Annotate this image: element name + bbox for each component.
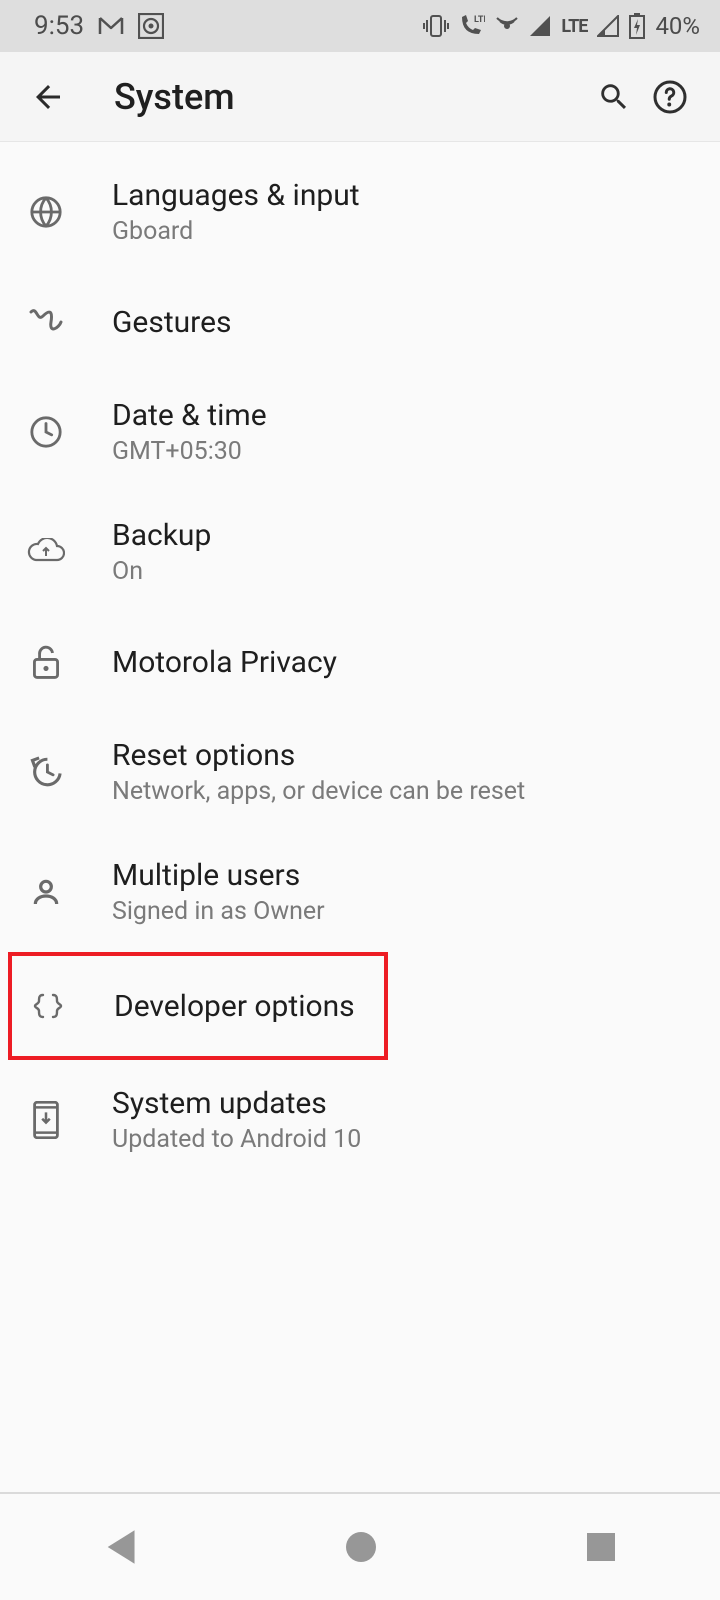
item-backup[interactable]: Backup On xyxy=(0,492,720,612)
item-developer[interactable]: Developer options xyxy=(12,956,384,1056)
hotspot-icon xyxy=(495,14,519,38)
signal-2-icon xyxy=(597,15,619,37)
battery-charging-icon xyxy=(629,13,645,39)
item-reset[interactable]: Reset options Network, apps, or device c… xyxy=(0,712,720,832)
status-right: LTE LTE 40% xyxy=(423,12,700,40)
settings-list: Languages & input Gboard Gestures Date &… xyxy=(0,142,720,1180)
item-languages[interactable]: Languages & input Gboard xyxy=(0,152,720,272)
navigation-bar xyxy=(0,1492,720,1600)
item-title: Reset options xyxy=(112,738,525,773)
battery-percent: 40% xyxy=(655,12,700,40)
person-icon xyxy=(24,876,68,908)
item-subtitle: Updated to Android 10 xyxy=(112,1125,361,1154)
wifi-calling-icon: LTE xyxy=(459,14,485,38)
nav-recent[interactable] xyxy=(585,1531,617,1563)
svg-text:LTE: LTE xyxy=(474,15,485,25)
item-users[interactable]: Multiple users Signed in as Owner xyxy=(0,832,720,952)
item-subtitle: Network, apps, or device can be reset xyxy=(112,777,525,806)
lte-label: LTE xyxy=(561,16,587,37)
nav-home[interactable] xyxy=(343,1529,379,1565)
item-subtitle: GMT+05:30 xyxy=(112,437,267,466)
item-updates[interactable]: System updates Updated to Android 10 xyxy=(0,1060,720,1180)
nav-back[interactable] xyxy=(103,1528,137,1566)
item-title: Developer options xyxy=(114,989,355,1024)
page-title: System xyxy=(114,76,586,118)
item-subtitle: On xyxy=(112,557,211,586)
search-button[interactable] xyxy=(586,69,642,125)
status-bar: 9:53 LTE LTE 40% xyxy=(0,0,720,52)
item-title: Multiple users xyxy=(112,858,325,893)
item-title: Languages & input xyxy=(112,178,360,213)
item-title: Motorola Privacy xyxy=(112,645,337,680)
item-privacy[interactable]: Motorola Privacy xyxy=(0,612,720,712)
braces-icon xyxy=(26,992,70,1020)
system-update-icon xyxy=(24,1101,68,1139)
item-gestures[interactable]: Gestures xyxy=(0,272,720,372)
signal-1-icon xyxy=(529,15,551,37)
status-left: 9:53 xyxy=(34,11,164,41)
item-title: Date & time xyxy=(112,398,267,433)
globe-icon xyxy=(24,195,68,229)
item-datetime[interactable]: Date & time GMT+05:30 xyxy=(0,372,720,492)
restore-icon xyxy=(24,755,68,789)
vibrate-icon xyxy=(423,14,449,38)
item-subtitle: Signed in as Owner xyxy=(112,897,325,926)
clock: 9:53 xyxy=(34,11,84,41)
item-title: Backup xyxy=(112,518,211,553)
item-subtitle: Gboard xyxy=(112,217,360,246)
item-title: System updates xyxy=(112,1086,361,1121)
lock-open-icon xyxy=(24,644,68,680)
item-title: Gestures xyxy=(112,305,231,340)
app-icon xyxy=(138,13,164,39)
highlight-box: Developer options xyxy=(8,952,388,1060)
gmail-icon xyxy=(98,16,124,36)
clock-icon xyxy=(24,415,68,449)
app-bar: System xyxy=(0,52,720,142)
gesture-icon xyxy=(24,308,68,336)
back-button[interactable] xyxy=(30,79,80,115)
help-button[interactable] xyxy=(642,69,698,125)
cloud-upload-icon xyxy=(24,538,68,566)
